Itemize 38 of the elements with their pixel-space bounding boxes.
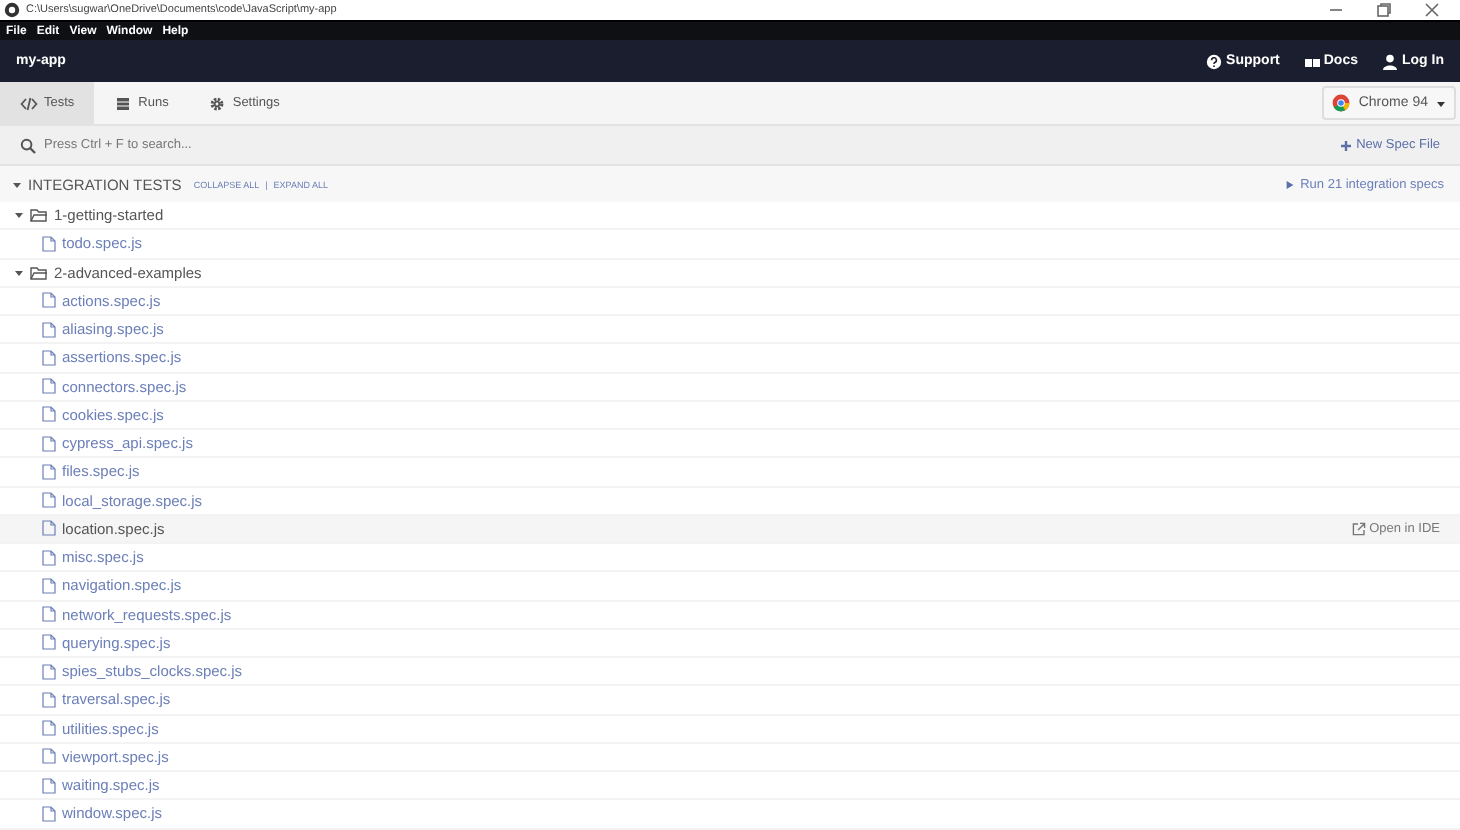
file-icon (42, 691, 56, 708)
user-icon (1382, 53, 1398, 69)
restore-icon (1376, 2, 1392, 18)
file-icon (42, 777, 56, 794)
code-icon (20, 95, 38, 111)
caret-down-icon (14, 267, 24, 278)
caret-icon (1436, 99, 1446, 107)
file-icon (42, 406, 56, 423)
file-icon (42, 520, 56, 537)
file-icon (42, 549, 56, 566)
play-icon (1286, 179, 1295, 189)
file-icon (42, 463, 56, 480)
external-link-icon (1351, 521, 1366, 536)
file-icon (42, 435, 56, 452)
chrome-icon (1332, 94, 1351, 112)
open-folder-icon (30, 265, 48, 280)
file-icon (42, 235, 56, 252)
file-icon (42, 748, 56, 765)
file-icon (42, 634, 56, 651)
question-circle-icon (1206, 53, 1223, 69)
open-folder-icon (30, 208, 48, 223)
file-icon (42, 492, 56, 509)
file-icon (42, 805, 56, 822)
file-icon (42, 378, 56, 395)
book-icon (1303, 53, 1320, 69)
file-icon (42, 292, 56, 309)
database-icon (114, 95, 133, 111)
caret-down-icon (14, 210, 24, 221)
plus-icon (1340, 139, 1353, 151)
file-icon (42, 321, 56, 338)
file-icon (42, 349, 56, 366)
file-icon (42, 663, 56, 680)
search-icon (20, 137, 36, 153)
file-icon (42, 720, 56, 737)
settings-icon (208, 95, 227, 111)
file-icon (42, 606, 56, 623)
close-icon (1424, 2, 1440, 18)
file-icon (42, 577, 56, 594)
